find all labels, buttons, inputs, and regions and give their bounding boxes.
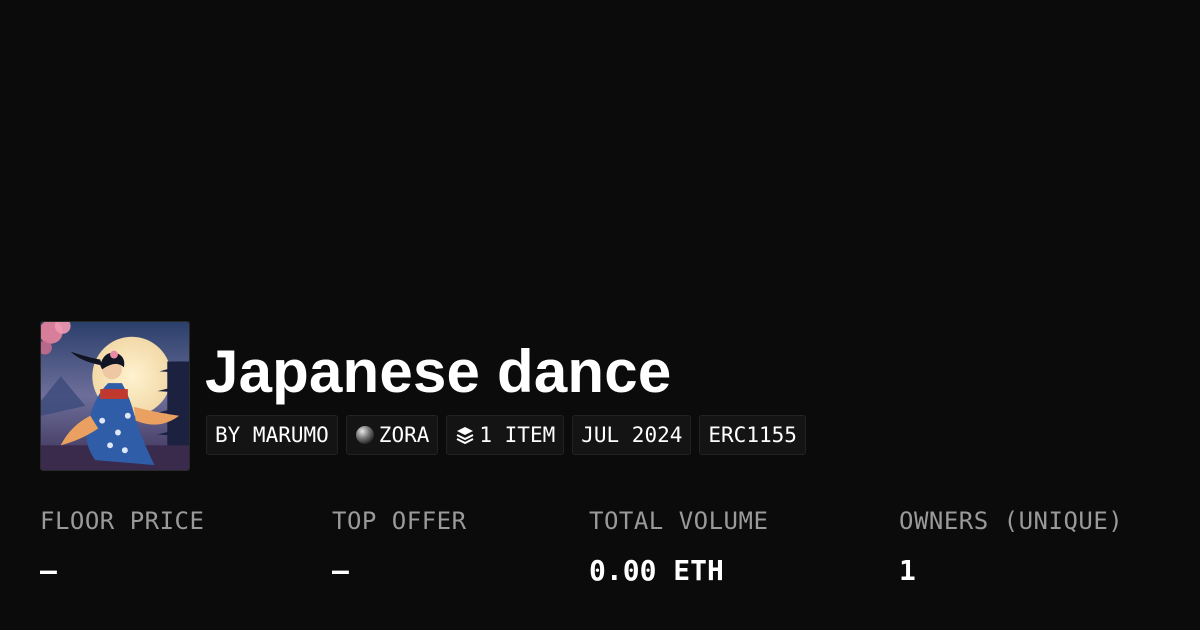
top-offer-stat: TOP OFFER – (332, 505, 467, 587)
collection-title: Japanese dance (205, 338, 672, 405)
owners-value: 1 (899, 554, 916, 587)
standard-tag-label: ERC1155 (708, 423, 797, 447)
total-volume-label: TOTAL VOLUME (589, 507, 769, 535)
owners-label: OWNERS (UNIQUE) (899, 507, 1124, 535)
creator-tag-label: BY MARUMO (215, 423, 329, 447)
owners-stat: OWNERS (UNIQUE) 1 (899, 505, 1123, 587)
top-offer-label: TOP OFFER (332, 507, 467, 535)
floor-price-label: FLOOR PRICE (40, 507, 205, 535)
floor-price-value: – (40, 554, 57, 587)
item-count-label: 1 ITEM (479, 423, 556, 447)
total-volume-value: 0.00 ETH (589, 554, 724, 587)
layers-icon (455, 425, 475, 445)
date-tag: JUL 2024 (572, 415, 692, 455)
date-tag-label: JUL 2024 (581, 423, 683, 447)
collection-image (40, 321, 190, 471)
zora-orb-icon (355, 425, 375, 445)
collection-tags: BY MARUMO ZORA 1 ITEM JUL 2024 ERC1155 (206, 415, 806, 455)
creator-tag[interactable]: BY MARUMO (206, 415, 338, 455)
standard-tag: ERC1155 (699, 415, 806, 455)
total-volume-stat: TOTAL VOLUME 0.00 ETH (589, 505, 768, 587)
item-count-tag[interactable]: 1 ITEM (446, 415, 565, 455)
floor-price-stat: FLOOR PRICE – (40, 505, 204, 587)
top-offer-value: – (332, 554, 349, 587)
chain-tag[interactable]: ZORA (345, 415, 439, 455)
chain-tag-label: ZORA (378, 423, 430, 447)
